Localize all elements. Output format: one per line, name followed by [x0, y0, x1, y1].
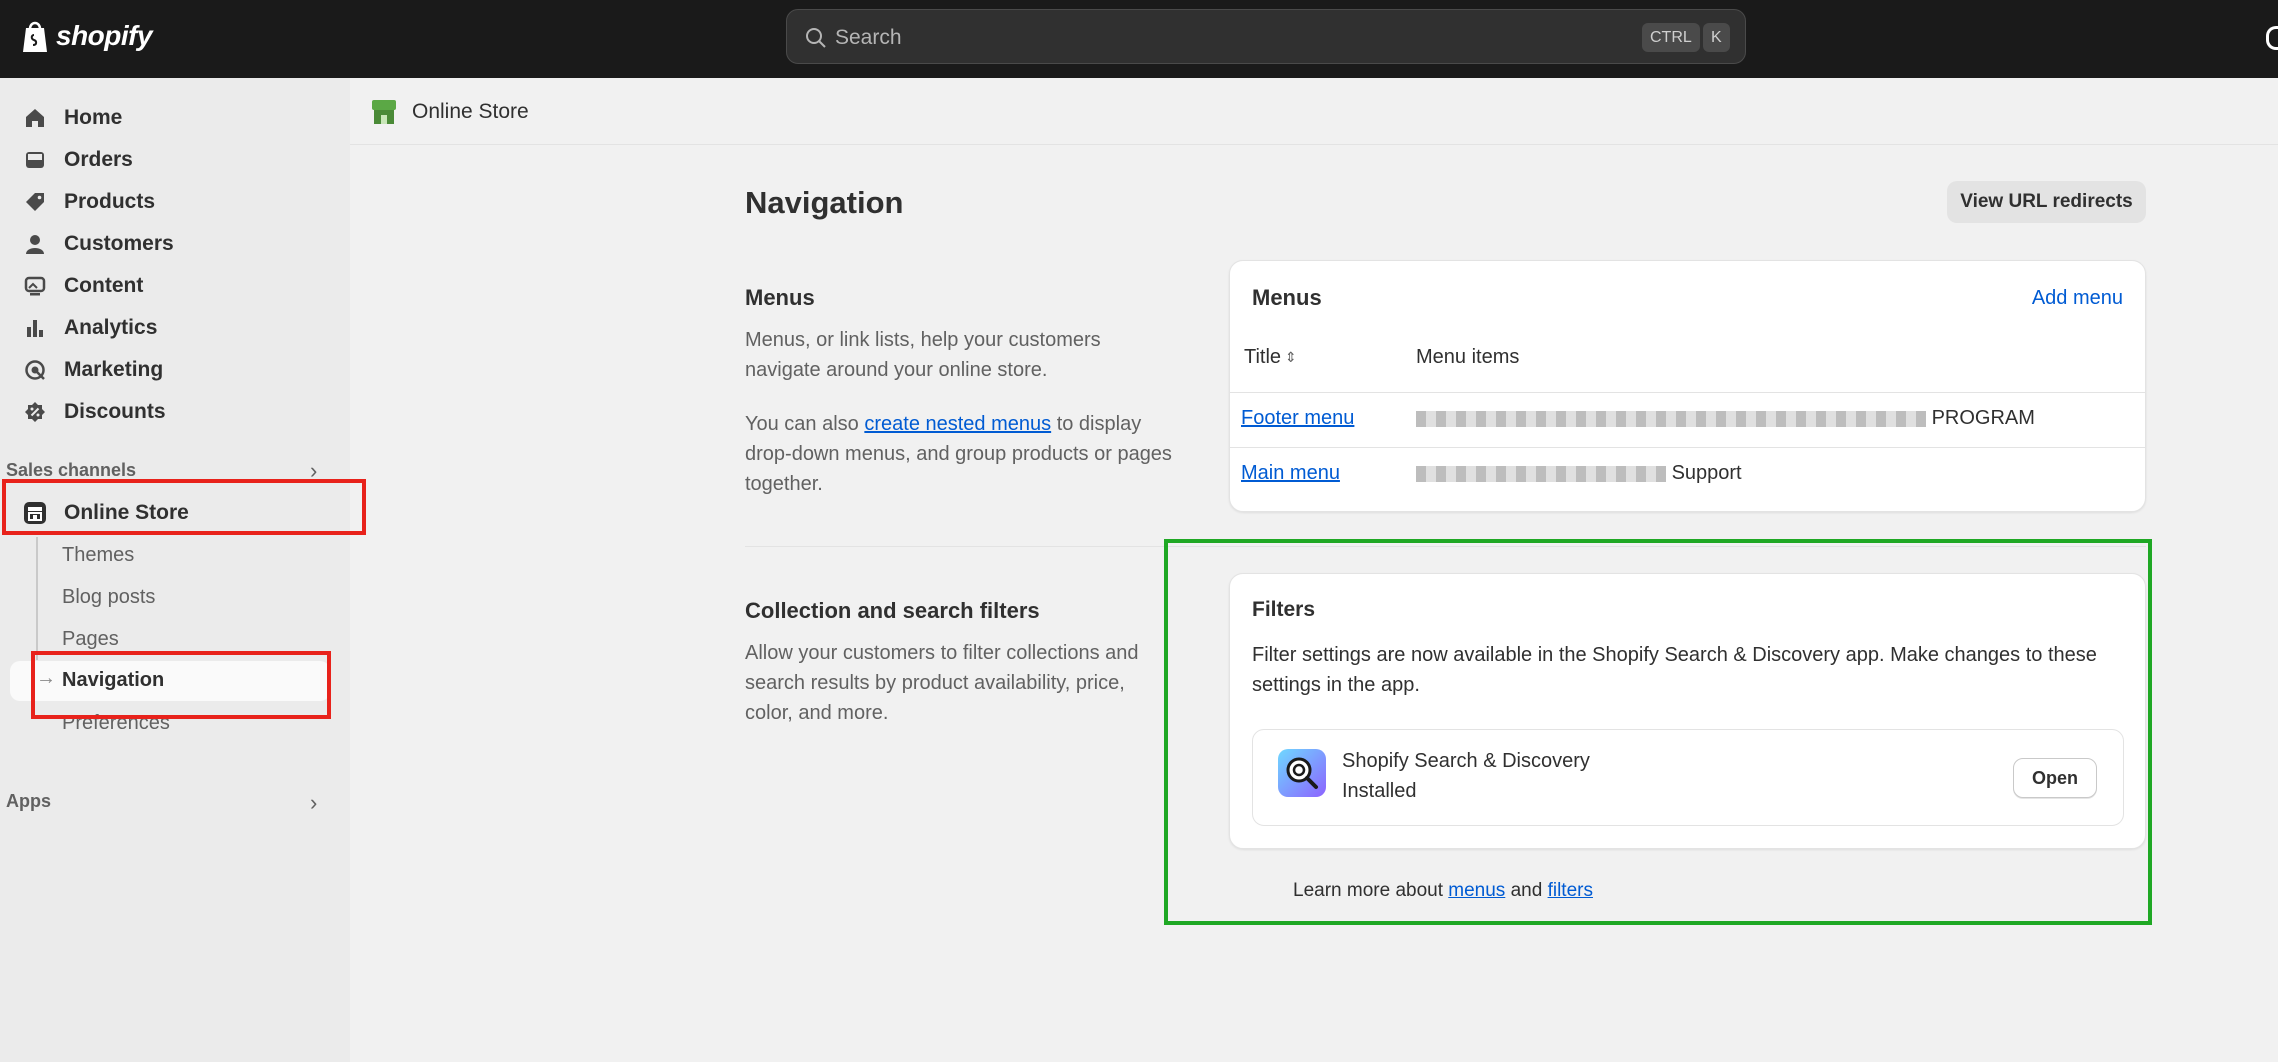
online-store-icon	[372, 100, 396, 124]
apps-label[interactable]: Apps	[6, 791, 51, 812]
column-header-title-label: Title	[1244, 346, 1282, 368]
shortcut-k-key: K	[1703, 23, 1730, 52]
filters-section-title: Collection and search filters	[745, 598, 1040, 623]
sidebar-item-home[interactable]: Home	[22, 100, 122, 136]
create-nested-menus-link[interactable]: create nested menus	[864, 413, 1051, 435]
filters-section-description: Allow your customers to filter collectio…	[745, 642, 1139, 724]
sidebar-item-label: Marketing	[64, 358, 164, 381]
breadcrumb-divider	[350, 144, 2278, 145]
sidebar-subitem-blog-posts[interactable]: Blog posts	[62, 586, 155, 609]
sales-channels-label[interactable]: Sales channels	[6, 460, 136, 481]
sidebar-item-products[interactable]: Products	[22, 184, 155, 220]
sidebar-item-label: Discounts	[64, 400, 166, 423]
sidebar-item-label: Products	[64, 190, 156, 213]
add-menu-link[interactable]: Add menu	[2032, 287, 2123, 310]
green-highlight-filters	[1164, 539, 2152, 925]
breadcrumb-label: Online Store	[412, 100, 529, 123]
logo-wordmark: shopify	[56, 20, 153, 51]
sidebar-item-customers[interactable]: Customers	[22, 226, 174, 262]
red-highlight-navigation	[31, 651, 331, 719]
home-icon	[22, 105, 48, 131]
nested-menus-description: You can also create nested menus to disp…	[745, 409, 1175, 499]
shopify-logo[interactable]: shopify	[20, 18, 153, 54]
red-highlight-online-store	[2, 479, 366, 535]
sidebar-item-label: Home	[64, 106, 123, 129]
sidebar-subitem-themes[interactable]: Themes	[62, 544, 134, 567]
sidebar-item-analytics[interactable]: Analytics	[22, 310, 157, 346]
target-icon	[22, 357, 48, 383]
shortcut-ctrl-key: CTRL	[1642, 23, 1700, 52]
search-placeholder: Search	[835, 26, 902, 49]
sidebar-item-content[interactable]: Content	[22, 268, 143, 304]
menus-section-description: Menus, or link lists, help your customer…	[745, 329, 1101, 381]
column-header-menu-items: Menu items	[1416, 346, 1520, 368]
sidebar: Home Orders Products Customers Content A…	[0, 78, 350, 1062]
tag-icon	[22, 189, 48, 215]
redacted-text	[1416, 410, 1926, 427]
shopping-bag-icon	[23, 21, 47, 52]
breadcrumb[interactable]: Online Store	[370, 98, 529, 126]
menu-row-items-main: Support	[1416, 462, 1742, 485]
search-icon	[806, 28, 826, 48]
search-input[interactable]: Search CTRL K	[786, 9, 1746, 64]
menu-row-title-footer[interactable]: Footer menu	[1241, 407, 1354, 430]
menus-section-title: Menus	[745, 285, 815, 310]
sidebar-item-label: Orders	[64, 148, 133, 171]
tree-line	[36, 537, 38, 660]
sidebar-item-label: Customers	[64, 232, 174, 255]
nested-menus-text-before: You can also	[745, 413, 865, 435]
menu-row-items-footer: PROGRAM	[1416, 407, 2035, 430]
top-bar: shopify Search CTRL K	[0, 0, 2278, 78]
page-title: Navigation	[745, 185, 904, 220]
chevron-right-icon[interactable]: ›	[310, 790, 317, 816]
menu-row-title-main[interactable]: Main menu	[1241, 462, 1340, 485]
menus-card: Menus Add menu Title ⇕ Menu items Footer …	[1229, 260, 2146, 512]
sidebar-subitem-pages[interactable]: Pages	[62, 628, 119, 651]
notification-bell-icon[interactable]	[2266, 26, 2278, 50]
sidebar-item-marketing[interactable]: Marketing	[22, 352, 163, 388]
sidebar-item-label: Analytics	[64, 316, 158, 339]
sidebar-item-orders[interactable]: Orders	[22, 142, 133, 178]
image-icon	[22, 273, 48, 299]
table-row-divider	[1230, 447, 2145, 448]
view-url-redirects-button[interactable]: View URL redirects	[1947, 181, 2146, 223]
table-divider	[1230, 392, 2145, 393]
menu-items-visible-text: PROGRAM	[1931, 407, 2035, 429]
bar-chart-icon	[22, 315, 48, 341]
menus-card-title: Menus	[1252, 285, 1322, 310]
sidebar-item-discounts[interactable]: Discounts	[22, 394, 166, 430]
inbox-icon	[22, 147, 48, 173]
discount-icon	[22, 399, 48, 425]
person-icon	[22, 231, 48, 257]
sidebar-item-label: Content	[64, 274, 144, 297]
menu-items-visible-text: Support	[1671, 462, 1742, 484]
sort-icon[interactable]: ⇕	[1285, 349, 1297, 366]
column-header-title[interactable]: Title ⇕	[1244, 346, 1297, 369]
redacted-text	[1416, 465, 1666, 482]
